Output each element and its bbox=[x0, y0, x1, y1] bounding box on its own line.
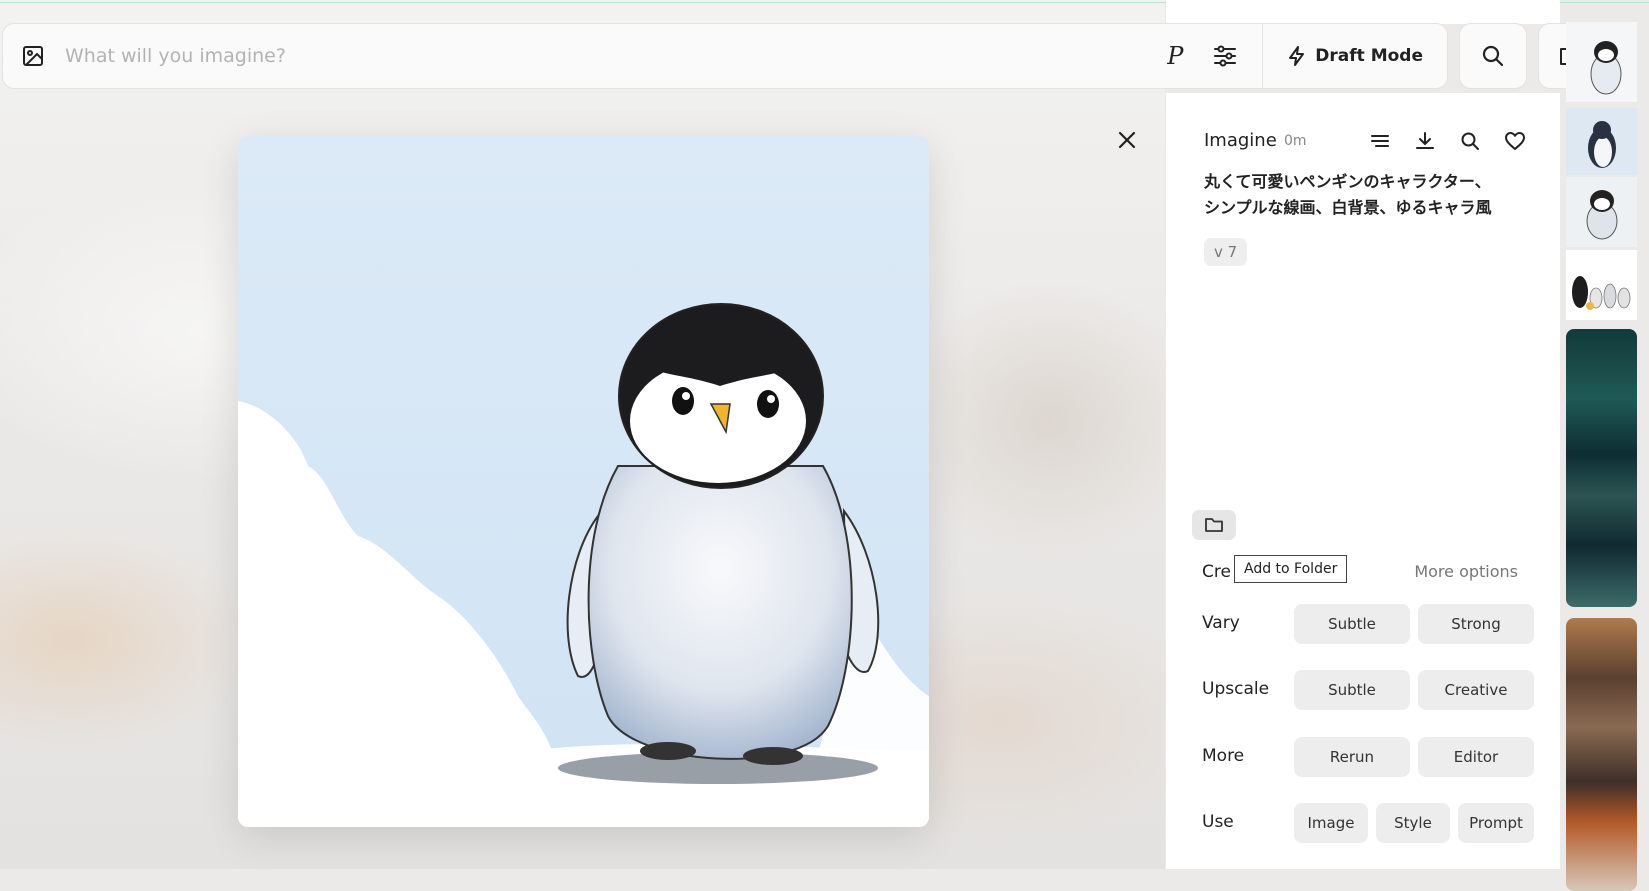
lightning-icon bbox=[1289, 46, 1305, 66]
draft-mode-label: Draft Mode bbox=[1315, 46, 1423, 66]
penguins-thumb-icon bbox=[1572, 276, 1631, 310]
rerun-button[interactable]: Rerun bbox=[1294, 737, 1410, 777]
add-to-folder-tooltip: Add to Folder bbox=[1234, 555, 1348, 583]
settings-button[interactable] bbox=[1200, 43, 1250, 69]
search-button[interactable] bbox=[1459, 23, 1527, 89]
more-label: More bbox=[1202, 746, 1245, 766]
search-similar-button[interactable] bbox=[1458, 129, 1482, 153]
upscale-subtle-button[interactable]: Subtle bbox=[1294, 670, 1410, 710]
folder-icon bbox=[1205, 518, 1223, 532]
penguin-thumb-icon bbox=[1590, 41, 1622, 95]
sliders-icon bbox=[1214, 45, 1237, 67]
penguin-thumb-icon bbox=[1588, 121, 1616, 168]
upscale-label: Upscale bbox=[1202, 679, 1270, 699]
draft-mode-button[interactable]: Draft Mode bbox=[1263, 23, 1447, 89]
vary-label: Vary bbox=[1202, 613, 1240, 633]
job-time: 0m bbox=[1284, 133, 1307, 149]
use-image-button[interactable]: Image bbox=[1294, 803, 1368, 843]
use-prompt-button[interactable]: Prompt bbox=[1458, 803, 1534, 843]
prompt-bar: P Draft Mode bbox=[2, 23, 1448, 89]
job-type: Imagine bbox=[1204, 130, 1277, 151]
download-button[interactable] bbox=[1413, 129, 1437, 153]
thumbnail[interactable] bbox=[1566, 108, 1637, 175]
image-icon bbox=[23, 46, 43, 66]
generated-image[interactable] bbox=[238, 136, 929, 827]
thumbnail[interactable] bbox=[1566, 22, 1637, 102]
heart-icon bbox=[1505, 132, 1525, 150]
thumbnail-group[interactable] bbox=[1566, 329, 1637, 607]
download-icon bbox=[1416, 132, 1434, 149]
penguin-thumb-icon bbox=[1586, 190, 1618, 240]
prompt-input[interactable] bbox=[63, 35, 1151, 77]
upscale-creative-button[interactable]: Creative bbox=[1418, 670, 1534, 710]
vary-strong-button[interactable]: Strong bbox=[1418, 604, 1534, 644]
vary-subtle-button[interactable]: Subtle bbox=[1294, 604, 1410, 644]
use-style-button[interactable]: Style bbox=[1376, 803, 1450, 843]
add-to-folder-button[interactable] bbox=[1192, 510, 1236, 540]
more-options-link[interactable]: More options bbox=[1414, 562, 1518, 581]
prompt-text[interactable]: 丸くて可愛いペンギンのキャラクター、シンプルな線画、白背景、ゆるキャラ風 bbox=[1204, 169, 1504, 221]
use-label: Use bbox=[1202, 812, 1234, 832]
details-button[interactable] bbox=[1368, 129, 1392, 153]
like-button[interactable] bbox=[1503, 129, 1527, 153]
thumbnail[interactable] bbox=[1566, 177, 1637, 247]
image-prompt-button[interactable] bbox=[3, 44, 63, 68]
search-icon bbox=[1461, 132, 1479, 150]
close-icon bbox=[1118, 131, 1136, 149]
create-section-label: Create bbox=[1202, 562, 1232, 582]
menu-lines-icon bbox=[1371, 135, 1389, 147]
thumbnail-group[interactable] bbox=[1566, 618, 1637, 891]
penguin-illustration bbox=[238, 136, 929, 827]
editor-button[interactable]: Editor bbox=[1418, 737, 1534, 777]
version-chip[interactable]: v 7 bbox=[1204, 238, 1248, 266]
personalize-button[interactable]: P bbox=[1150, 42, 1200, 70]
panel-top-strip bbox=[1166, 0, 1560, 24]
thumbnail[interactable] bbox=[1566, 250, 1637, 320]
details-panel: Imagine 0m 丸くて可愛いペンギンのキャラクター、シンプルな線画、白背景… bbox=[1166, 93, 1560, 869]
search-icon bbox=[1482, 45, 1504, 67]
close-button[interactable] bbox=[1114, 127, 1140, 153]
